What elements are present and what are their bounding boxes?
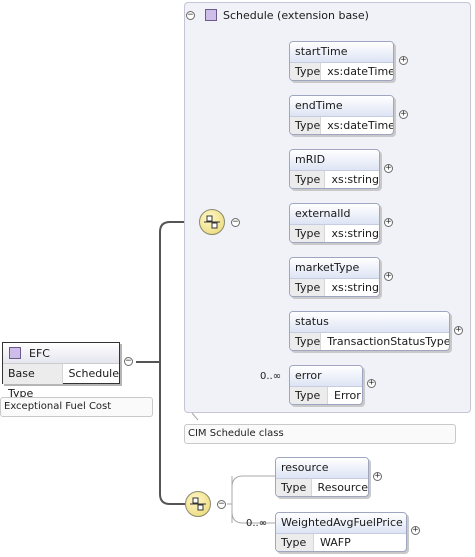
type-label: Type [290,63,322,80]
element-starttime[interactable]: startTime Type xs:dateTime [289,41,394,81]
extension-annotation: CIM Schedule class [184,424,456,444]
sequence-glyph-icon [204,215,220,229]
type-label: Type [290,171,326,188]
element-mrid[interactable]: mRID Type xs:string [289,149,380,189]
type-label: Type [276,534,314,551]
sequence-glyph-icon [190,497,206,511]
type-label: Type [290,117,322,134]
element-name: WeightedAvgFuelPrice [276,513,406,534]
element-markettype[interactable]: marketType Type xs:string [289,257,380,297]
element-name: error [290,366,362,387]
collapse-toggle-icon[interactable]: − [124,357,133,366]
root-element-efc[interactable]: EFC Base Type Schedule [2,342,120,400]
element-endtime[interactable]: endTime Type xs:dateTime [289,95,394,135]
element-name: externalId [290,204,379,225]
expand-toggle-icon[interactable]: + [399,56,408,65]
element-name: status [290,312,449,333]
type-value: Error [334,389,361,402]
type-label: Type [290,279,326,296]
root-element-name: EFC [29,346,50,360]
element-name: resource [276,458,368,479]
collapse-toggle-icon[interactable]: − [186,10,195,20]
occurrence-label: 0..∞ [246,518,268,529]
sequence-compositor-icon[interactable] [185,491,211,517]
element-name: endTime [290,96,393,117]
type-value: xs:dateTime [327,65,394,78]
type-label: Type [290,387,328,404]
expand-toggle-icon[interactable]: + [454,326,463,335]
expand-toggle-icon[interactable]: + [399,110,408,119]
type-value: xs:string [331,281,379,294]
element-name: startTime [290,42,393,63]
complex-type-icon [205,9,217,21]
collapse-toggle-icon[interactable]: − [231,218,240,227]
base-type-value: Schedule [68,367,119,380]
type-value: TransactionStatusType [327,335,450,348]
complex-type-icon [9,347,21,359]
base-type-label: Base Type [3,364,64,400]
type-value: xs:dateTime [327,119,394,132]
occurrence-label: 0..∞ [260,371,282,382]
type-label: Type [290,333,322,350]
element-weightedavgfuelprice[interactable]: WeightedAvgFuelPrice Type WAFP [275,512,407,552]
element-resource[interactable]: resource Type Resource [275,457,369,497]
element-name: mRID [290,150,379,171]
type-label: Type [276,479,312,496]
element-name: marketType [290,258,379,279]
element-error[interactable]: error Type Error [289,365,363,405]
extension-base-title: Schedule (extension base) [223,8,369,22]
type-label: Type [290,225,326,242]
expand-toggle-icon[interactable]: + [373,472,382,481]
type-value: Resource [317,481,368,494]
type-value: xs:string [331,173,379,186]
expand-toggle-icon[interactable]: + [384,272,393,281]
element-status[interactable]: status Type TransactionStatusType [289,311,450,351]
extension-base-header: − Schedule (extension base) [186,5,369,25]
type-value: WAFP [320,536,351,549]
expand-toggle-icon[interactable]: + [367,379,376,388]
root-annotation: Exceptional Fuel Cost [0,397,153,417]
expand-toggle-icon[interactable]: + [384,164,393,173]
expand-toggle-icon[interactable]: + [411,526,420,535]
element-externalid[interactable]: externalId Type xs:string [289,203,380,243]
expand-toggle-icon[interactable]: + [384,218,393,227]
type-value: xs:string [331,227,379,240]
sequence-compositor-icon[interactable] [199,209,225,235]
collapse-toggle-icon[interactable]: − [217,500,226,509]
